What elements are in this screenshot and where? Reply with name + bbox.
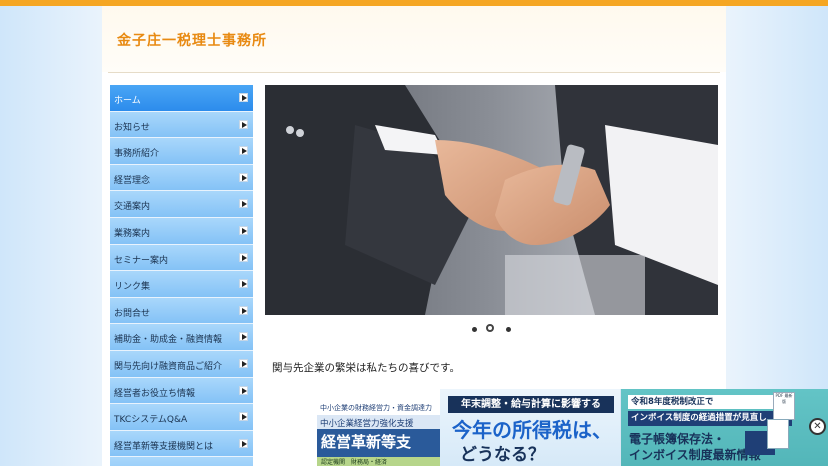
sidebar-item-label: TKCシステムQ&A bbox=[114, 415, 188, 426]
sidebar-item-label: セミナー案内 bbox=[114, 255, 169, 266]
sidebar-item-label: 経営理念 bbox=[114, 175, 151, 186]
sidebar-item-links[interactable]: リンク集 bbox=[110, 271, 253, 298]
site-title[interactable]: 金子庄一税理士事務所 bbox=[117, 30, 267, 50]
document-icon: PDF 最新版 bbox=[773, 392, 795, 420]
sidebar-item-access[interactable]: 交通案内 bbox=[110, 191, 253, 218]
arrow-right-icon bbox=[239, 358, 248, 368]
sidebar-item-contact[interactable]: お問合せ bbox=[110, 297, 253, 325]
sidebar-item-label: ホーム bbox=[114, 96, 141, 106]
sidebar-item-home[interactable]: ホーム bbox=[110, 85, 253, 112]
arrow-right-icon bbox=[239, 225, 248, 235]
sidebar-item-partial[interactable] bbox=[110, 457, 253, 466]
sidebar-item-philosophy[interactable]: 経営理念 bbox=[110, 164, 253, 192]
support-agency-banner[interactable]: 中小企業の財務経営力・資金調達力 中小企業経営力強化支援 経営革新等支 認定機関… bbox=[317, 401, 448, 466]
ad-banner[interactable]: 年末調整・給与計算に影響する 今年の所得税は、 どうなる？ 令和8年度税制改正で… bbox=[440, 389, 828, 466]
arrow-right-icon bbox=[239, 279, 248, 289]
arrow-right-icon bbox=[239, 438, 248, 448]
sidebar-item-label: お知らせ bbox=[114, 122, 150, 133]
ad-panel2-line1: 令和8年度税制改正で bbox=[628, 395, 792, 409]
ad-panel1-headline: 今年の所得税は、 bbox=[452, 418, 612, 442]
sidebar-item-news[interactable]: お知らせ bbox=[110, 111, 253, 139]
sidebar-item-support-agency[interactable]: 経営革新等支援機関とは bbox=[110, 430, 253, 458]
arrow-right-icon bbox=[239, 172, 248, 182]
ad-panel-income-tax[interactable]: 年末調整・給与計算に影響する 今年の所得税は、 どうなる？ bbox=[440, 389, 620, 466]
ad-panel-invoice[interactable]: 令和8年度税制改正で インボイス制度の経過措置が見直し 電子帳簿保存法・ インボ… bbox=[621, 389, 828, 466]
sidebar-item-label: 経営革新等支援機関とは bbox=[114, 441, 214, 452]
banner-foot: 認定機関 財務局・経済 bbox=[317, 457, 448, 466]
ad-panel1-subheadline: どうなる？ bbox=[460, 445, 545, 465]
sidebar-item-label: 関与先向け融資商品ご紹介 bbox=[114, 361, 223, 372]
arrow-right-icon bbox=[239, 412, 248, 422]
sidebar-item-loans[interactable]: 関与先向け融資商品ご紹介 bbox=[110, 350, 253, 378]
slider-dot-1[interactable] bbox=[472, 327, 477, 332]
ad-panel2-line3: 電子帳簿保存法・ bbox=[629, 432, 726, 446]
sidebar-item-label: 経営者お役立ち情報 bbox=[114, 388, 196, 399]
sidebar-item-label: 業務案内 bbox=[114, 228, 151, 239]
hero-slide-image bbox=[265, 85, 718, 315]
site-header: 金子庄一税理士事務所 bbox=[102, 6, 726, 72]
banner-main-text: 経営革新等支 bbox=[321, 433, 412, 451]
sidebar-item-label: 事務所紹介 bbox=[114, 149, 160, 160]
sidebar-item-label: リンク集 bbox=[114, 282, 151, 293]
arrow-right-icon bbox=[239, 252, 248, 262]
sidebar-nav: ホーム お知らせ 事務所紹介 経営理念 交通案内 業務案内 セミナー案内 リンク… bbox=[110, 85, 253, 466]
sidebar-item-label: お問合せ bbox=[114, 308, 151, 319]
arrow-right-icon bbox=[239, 146, 248, 156]
ad-panel2-line4: インボイス制度最新情報 bbox=[629, 448, 761, 462]
slider-dot-3[interactable] bbox=[506, 327, 511, 332]
arrow-right-icon bbox=[239, 199, 248, 209]
sidebar-item-services[interactable]: 業務案内 bbox=[110, 217, 253, 245]
welcome-message: 関与先企業の繁栄は私たちの喜びです。 bbox=[272, 362, 460, 374]
invoice-paper-icon bbox=[767, 419, 789, 449]
close-icon[interactable]: ✕ bbox=[809, 418, 826, 435]
arrow-right-icon bbox=[239, 119, 248, 129]
sidebar-item-tkc-qa[interactable]: TKCシステムQ&A bbox=[110, 404, 253, 431]
arrow-right-icon bbox=[239, 385, 248, 395]
sidebar-item-subsidies[interactable]: 補助金・助成金・融資情報 bbox=[110, 324, 253, 351]
sidebar-item-label: 補助金・助成金・融資情報 bbox=[114, 335, 223, 346]
sidebar-item-label: 交通案内 bbox=[114, 202, 151, 213]
arrow-right-icon bbox=[239, 305, 248, 315]
header-divider bbox=[108, 72, 720, 73]
arrow-right-icon bbox=[239, 93, 248, 102]
ad-panel1-header: 年末調整・給与計算に影響する bbox=[448, 396, 614, 413]
banner-line2: 中小企業経営力強化支援 bbox=[317, 415, 448, 429]
sidebar-item-seminar[interactable]: セミナー案内 bbox=[110, 244, 253, 272]
banner-line1: 中小企業の財務経営力・資金調達力 bbox=[317, 401, 448, 415]
sidebar-item-tips[interactable]: 経営者お役立ち情報 bbox=[110, 377, 253, 405]
sidebar-item-office[interactable]: 事務所紹介 bbox=[110, 138, 253, 165]
slider-dot-2[interactable] bbox=[486, 324, 494, 332]
arrow-right-icon bbox=[239, 332, 248, 342]
